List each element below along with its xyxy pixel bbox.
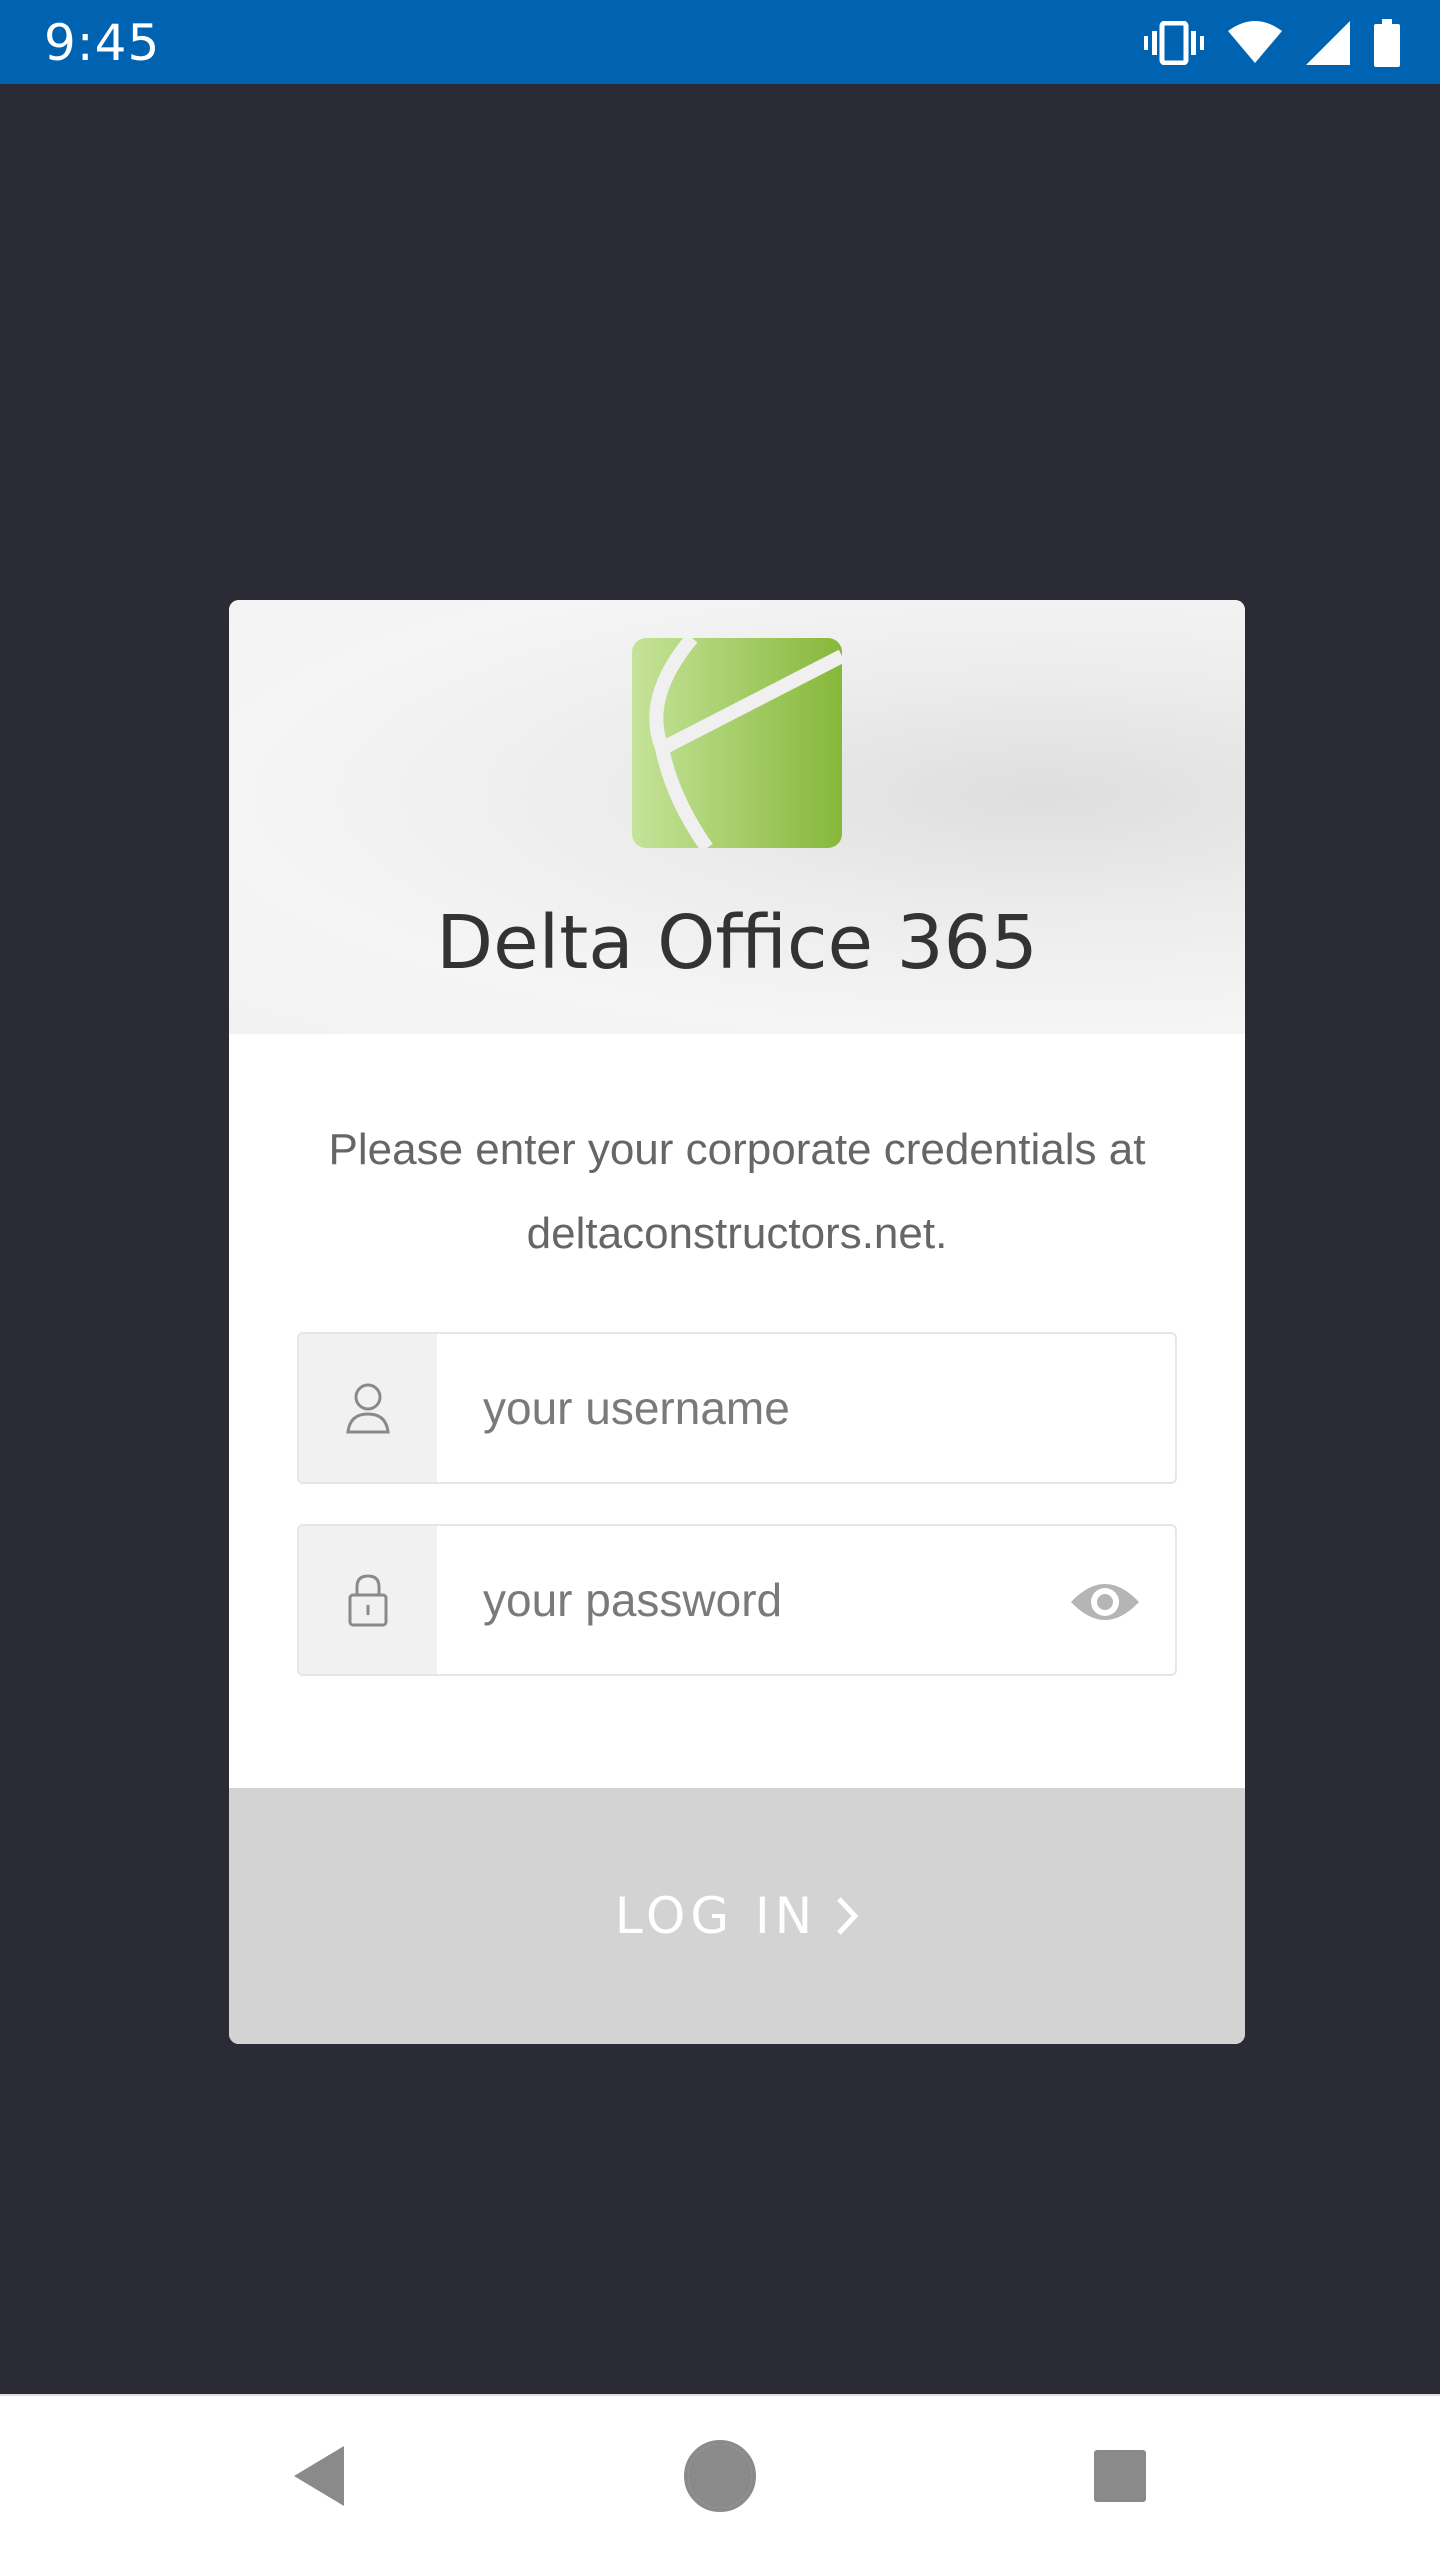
chevron-right-icon (837, 1897, 859, 1935)
cell-signal-icon (1306, 21, 1350, 65)
card-header: Delta Office 365 (229, 600, 1245, 1034)
username-input[interactable] (437, 1334, 1175, 1482)
login-button-label: LOG IN (614, 1887, 818, 1945)
show-password-icon[interactable] (1069, 1572, 1141, 1632)
login-card: Delta Office 365 Please enter your corpo… (229, 600, 1245, 2044)
password-addon (299, 1526, 437, 1674)
username-field (297, 1332, 1177, 1484)
delta-logo-icon (632, 638, 842, 848)
back-icon[interactable] (280, 2436, 360, 2516)
wifi-icon (1228, 21, 1282, 63)
status-bar: 9:45 (0, 0, 1440, 84)
app-background: Delta Office 365 Please enter your corpo… (0, 84, 1440, 2394)
recents-icon[interactable] (1080, 2436, 1160, 2516)
status-time: 9:45 (44, 14, 161, 72)
vibrate-icon (1144, 21, 1204, 65)
home-icon[interactable] (680, 2436, 760, 2516)
battery-icon (1374, 19, 1400, 67)
lock-icon (348, 1574, 388, 1627)
instructions-text: Please enter your corporate credentials … (328, 1125, 1146, 1258)
login-button[interactable]: LOG IN (229, 1788, 1245, 2044)
password-input[interactable] (437, 1526, 1175, 1674)
status-icons (1144, 18, 1400, 68)
password-field (297, 1524, 1177, 1676)
user-icon (346, 1383, 390, 1434)
username-addon (299, 1334, 437, 1482)
app-title: Delta Office 365 (436, 900, 1038, 986)
navigation-bar (0, 2394, 1440, 2560)
